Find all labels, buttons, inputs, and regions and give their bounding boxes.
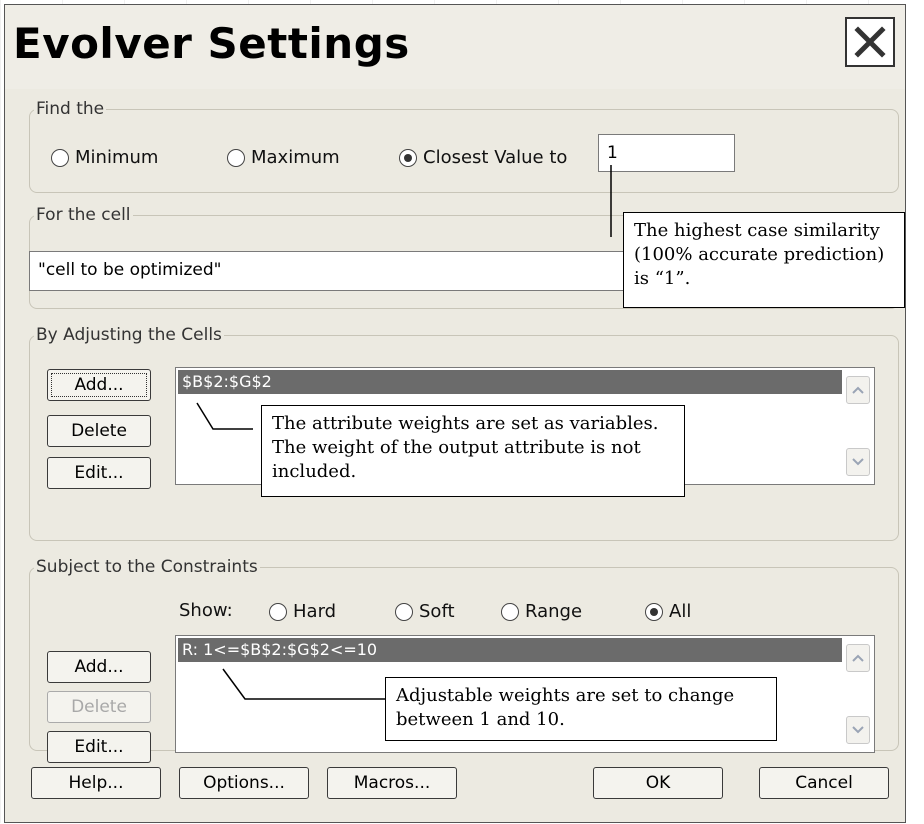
adjusting-cells-callout: The attribute weights are set as variabl… (261, 405, 685, 497)
closest-value-callout: The highest case similarity (100% accura… (623, 212, 905, 308)
constraints-callout: Adjustable weights are set to change bet… (385, 677, 777, 741)
evolver-settings-dialog: Evolver Settings Find the Minimum Maximu… (4, 4, 906, 823)
